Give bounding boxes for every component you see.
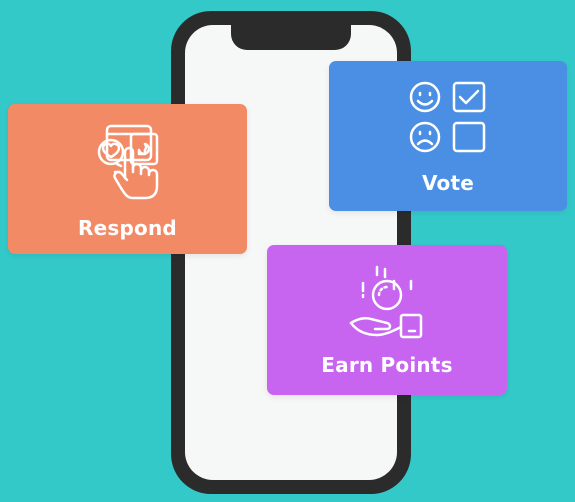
vote-label: Vote bbox=[421, 171, 475, 195]
vote-faces-checkbox-icon bbox=[409, 81, 486, 153]
respond-label: Respond bbox=[78, 216, 177, 240]
touch-tap-icon bbox=[97, 124, 159, 200]
earn-points-label: Earn Points bbox=[321, 353, 453, 377]
phone-notch bbox=[231, 22, 351, 50]
earn-points-card[interactable]: Earn Points bbox=[267, 245, 507, 395]
vote-card[interactable]: Vote bbox=[329, 61, 567, 211]
coin-hand-icon bbox=[349, 265, 423, 339]
respond-card[interactable]: Respond bbox=[8, 104, 247, 254]
